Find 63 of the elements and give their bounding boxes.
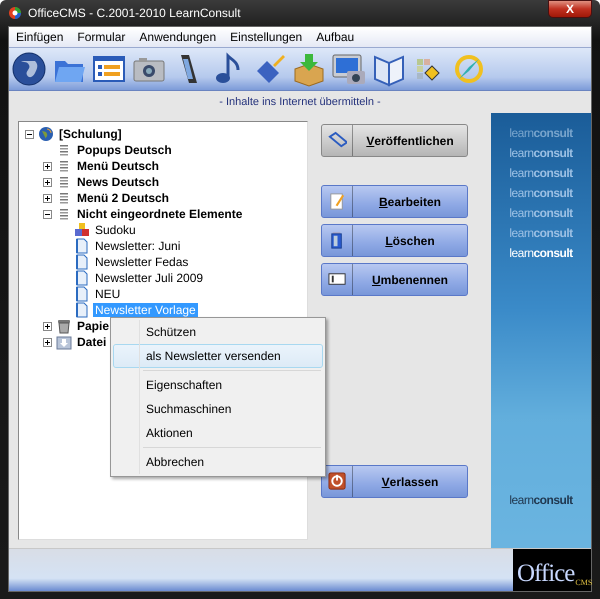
brand-logo: learnconsult xyxy=(509,245,573,262)
expand-toggle[interactable] xyxy=(43,178,52,186)
menu-item[interactable]: Aufbau xyxy=(309,30,362,44)
action-button[interactable]: Umbenennen xyxy=(321,263,468,296)
document-icon xyxy=(74,302,90,318)
logo-name: Office xyxy=(517,561,574,587)
brand-logo: learnconsult xyxy=(509,205,573,222)
menu-item[interactable]: Einfügen xyxy=(9,30,70,44)
tree-item[interactable]: Nicht eingeordnete Elemente xyxy=(75,207,244,221)
expand-toggle[interactable] xyxy=(43,162,52,170)
notepad-pencil-icon xyxy=(328,192,346,211)
brand-logo: learnconsult xyxy=(509,145,573,162)
action-button[interactable]: Verlassen xyxy=(321,465,468,498)
menu-item[interactable]: Formular xyxy=(70,30,132,44)
menu-item[interactable]: Schützen xyxy=(113,320,323,344)
blocks-icon xyxy=(74,222,90,238)
box-download-icon xyxy=(56,334,72,350)
expand-toggle[interactable] xyxy=(43,194,52,202)
action-button[interactable]: Veröffentlichen xyxy=(321,124,468,157)
app-icon xyxy=(8,6,22,20)
window-title: OfficeCMS - C.2001-2010 LearnConsult xyxy=(28,6,241,20)
menu-item[interactable]: Eigenschaften xyxy=(113,373,323,397)
power-icon xyxy=(328,472,346,491)
tag-icon xyxy=(328,131,346,150)
tree-item[interactable]: Menü 2 Deutsch xyxy=(75,191,172,205)
collapse-toggle[interactable] xyxy=(25,130,34,138)
brand-logo: learnconsult xyxy=(509,492,573,509)
menu-item[interactable]: Einstellungen xyxy=(223,30,310,44)
tree-item[interactable]: Papie xyxy=(75,319,112,333)
document-icon xyxy=(74,238,90,254)
action-button[interactable]: Löschen xyxy=(321,224,468,257)
tree-item[interactable]: Newsletter Fedas xyxy=(93,255,190,269)
tree-item[interactable]: [Schulung] xyxy=(57,127,124,141)
logo-subtext: CMS xyxy=(575,578,592,587)
document-icon xyxy=(74,286,90,302)
tree-item[interactable]: News Deutsch xyxy=(75,175,162,189)
menu-item[interactable]: Aktionen xyxy=(113,421,323,445)
menu-item[interactable]: als Newsletter versenden xyxy=(113,344,323,368)
brand-logo: learnconsult xyxy=(509,225,573,242)
tree-item[interactable]: NEU xyxy=(93,287,122,301)
tree-item[interactable]: Newsletter Juli 2009 xyxy=(93,271,206,285)
brand-logo: learnconsult xyxy=(509,165,573,182)
expand-toggle[interactable] xyxy=(43,338,52,346)
tree-item[interactable]: Menü Deutsch xyxy=(75,159,162,173)
close-button[interactable]: X xyxy=(548,0,592,18)
collapse-toggle[interactable] xyxy=(43,210,52,218)
trash-can-icon xyxy=(56,318,72,334)
tree-item[interactable]: Newsletter: Juni xyxy=(93,239,182,253)
document-icon xyxy=(74,254,90,270)
tree-item[interactable]: Popups Deutsch xyxy=(75,143,174,157)
subtitle-text: - Inhalte ins Internet übermitteln - xyxy=(219,96,381,108)
brand-logo: learnconsult xyxy=(509,185,573,202)
document-icon xyxy=(74,270,90,286)
expand-toggle[interactable] xyxy=(43,322,52,330)
globe-icon[interactable] xyxy=(11,50,48,88)
globe-icon xyxy=(38,126,54,142)
menu-item[interactable]: Anwendungen xyxy=(132,30,224,44)
action-button[interactable]: Bearbeiten xyxy=(321,185,468,218)
tree-item[interactable]: Sudoku xyxy=(93,223,138,237)
tree-item[interactable]: Datei xyxy=(75,335,108,349)
menu-item[interactable]: Suchmaschinen xyxy=(113,397,323,421)
menu-item[interactable]: Abbrechen xyxy=(113,450,323,474)
brand-logo: learnconsult xyxy=(509,125,573,142)
